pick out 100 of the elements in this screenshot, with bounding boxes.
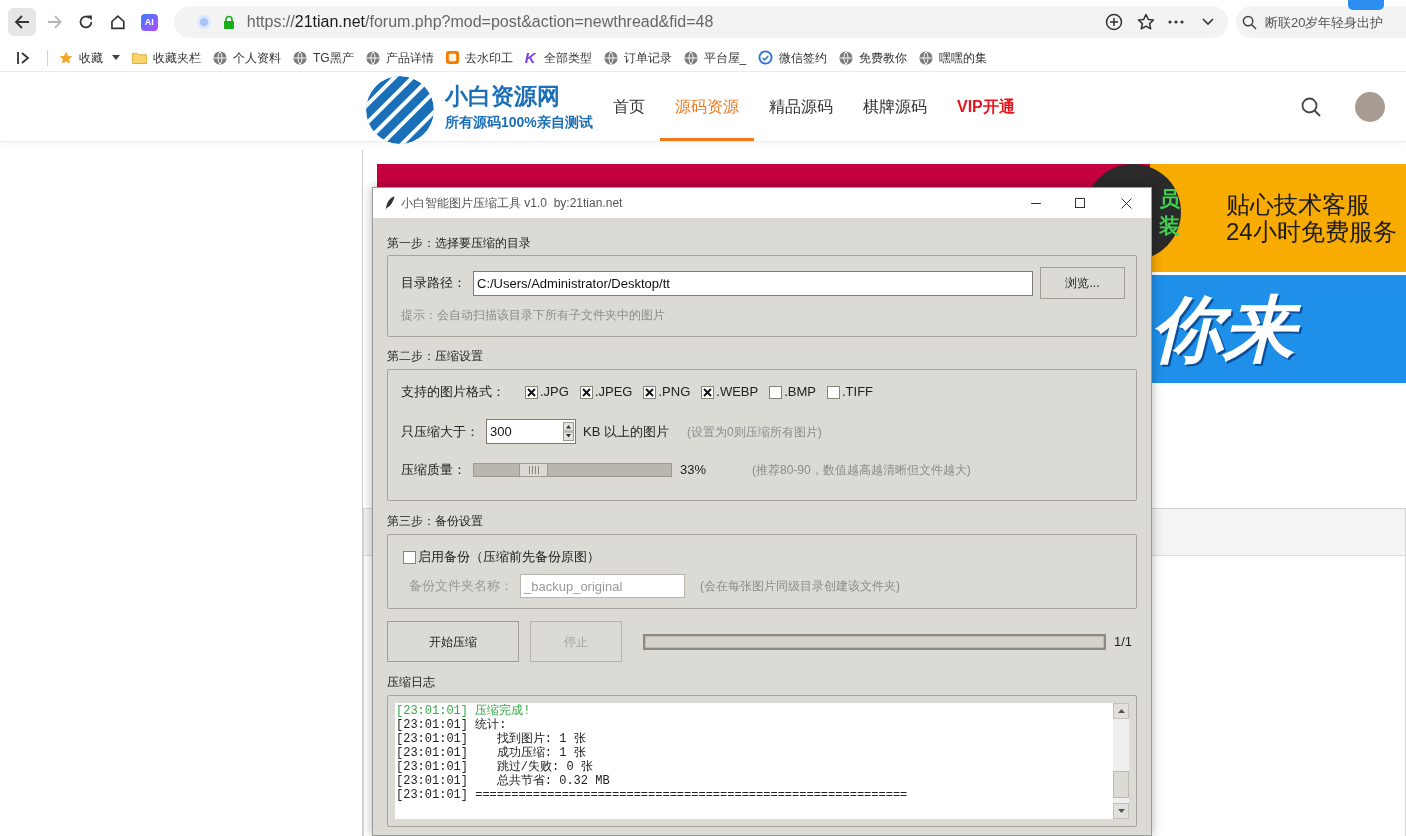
checkbox-label[interactable]: .PNG xyxy=(658,384,691,400)
globe-icon xyxy=(919,50,934,65)
number-spinbox[interactable]: 300 xyxy=(486,419,576,444)
banner-text: 24小时免费服务 xyxy=(1226,218,1398,245)
bookmark[interactable]: 收藏 xyxy=(59,48,103,67)
banner-text: 贴心技术客服 xyxy=(1226,191,1371,218)
scrollbar[interactable] xyxy=(1113,703,1129,819)
start-button[interactable]: 开始压缩 xyxy=(387,621,519,662)
bookmark[interactable]: 产品详情 xyxy=(365,48,434,67)
slider-track[interactable] xyxy=(473,463,672,477)
minimize-icon[interactable] xyxy=(1031,202,1041,204)
reload-icon[interactable] xyxy=(78,14,95,30)
nav-link[interactable]: VIP开通 xyxy=(942,72,1030,141)
star-icon[interactable] xyxy=(1136,13,1155,31)
checkbox-label[interactable]: .WEBP xyxy=(716,384,759,400)
avatar[interactable] xyxy=(1354,91,1385,122)
maximize-icon[interactable] xyxy=(1075,198,1085,208)
log-line: [23:01:01] 成功压缩: 1 张 xyxy=(396,746,587,760)
sidebar-toggle-icon[interactable] xyxy=(16,49,32,66)
progress-reading: 1/1 xyxy=(1114,632,1133,651)
scrollbar-thumb[interactable] xyxy=(1113,771,1129,798)
more-icon[interactable] xyxy=(1167,20,1184,24)
checkbox-label[interactable]: 启用备份（压缩前先备份原图） xyxy=(418,549,600,565)
browse-button[interactable]: 浏览... xyxy=(1040,267,1125,299)
bookmark[interactable]: 嘿嘿的集 xyxy=(919,48,988,67)
field-label: 只压缩大于： xyxy=(401,422,480,441)
chevron-down-icon[interactable] xyxy=(1201,18,1214,26)
hint-text: (设置为0则压缩所有图片) xyxy=(686,423,822,441)
globe-icon xyxy=(603,50,618,65)
feather-icon xyxy=(385,196,395,210)
checkbox[interactable] xyxy=(403,550,416,564)
checkbox[interactable] xyxy=(827,385,840,399)
bookmark[interactable]: 个人资料 xyxy=(213,48,281,67)
field-label: 压缩质量： xyxy=(401,461,467,480)
checkbox-label[interactable]: .TIFF xyxy=(842,384,874,400)
window-title: 小白智能图片压缩工具 v1.0 by:21tian.net xyxy=(401,195,623,212)
log-line: [23:01:01] ============================================================ xyxy=(396,788,909,802)
scroll-up-button[interactable] xyxy=(1113,703,1129,719)
ring-icon xyxy=(758,50,774,65)
badge-text: 员 xyxy=(1159,186,1180,212)
letter-icon: K xyxy=(524,50,538,65)
log-line: [23:01:01] 统计: xyxy=(396,718,508,732)
checkbox[interactable] xyxy=(701,385,715,399)
caret-down-icon[interactable] xyxy=(112,55,120,60)
slider-thumb[interactable] xyxy=(519,463,548,477)
checkbox[interactable] xyxy=(579,385,593,399)
checkbox-label[interactable]: .JPG xyxy=(540,384,569,400)
checkbox[interactable] xyxy=(769,385,783,399)
plus-circle-icon[interactable] xyxy=(1104,13,1123,31)
section-heading: 压缩日志 xyxy=(387,675,436,689)
field-label: 目录路径： xyxy=(401,274,467,293)
badge-text: 装 xyxy=(1159,213,1180,239)
nav-link[interactable]: 棋牌源码 xyxy=(848,72,942,141)
search-icon[interactable] xyxy=(1300,96,1321,117)
spin-arrows-icon[interactable] xyxy=(563,422,574,441)
log-line: [23:01:01] 压缩完成! xyxy=(396,704,532,718)
logo-title: 小白资源网 xyxy=(445,82,561,110)
checkbox-label[interactable]: .BMP xyxy=(784,384,816,400)
bookmark[interactable]: TG黑产 xyxy=(293,48,354,67)
bookmark[interactable]: 免费教你 xyxy=(839,48,908,67)
scroll-down-button[interactable] xyxy=(1113,803,1129,819)
globe-icon xyxy=(683,50,698,65)
bookmark[interactable]: 微信签约 xyxy=(758,48,828,67)
section-heading: 第二步：压缩设置 xyxy=(387,349,484,363)
checkbox-label[interactable]: .JPEG xyxy=(594,384,633,400)
checkbox[interactable] xyxy=(525,385,538,399)
unit-text: KB 以上的图片 xyxy=(583,422,669,441)
banner-slogan: 你来 xyxy=(1149,282,1315,376)
hint-text: (会在每张图片同级目录创建该文件夹) xyxy=(700,578,900,595)
badge-icon[interactable] xyxy=(1348,0,1384,10)
bookmark[interactable]: 去水印工 xyxy=(445,48,513,67)
back-button[interactable] xyxy=(8,8,36,36)
logo-icon xyxy=(366,75,434,144)
nav-link[interactable]: 首页 xyxy=(598,72,660,141)
nav-link[interactable]: 精品源码 xyxy=(754,72,848,141)
field-label: 支持的图片格式： xyxy=(401,383,506,402)
search-icon xyxy=(1241,15,1257,30)
back-arrow-icon xyxy=(13,14,30,30)
section-heading: 第三步：备份设置 xyxy=(387,514,484,528)
checkbox[interactable] xyxy=(643,385,657,399)
bookmark[interactable]: 订单记录 xyxy=(603,48,672,67)
up-triangle-icon xyxy=(1117,709,1125,713)
globe-icon xyxy=(293,50,307,65)
address-bar[interactable]: https://21tian.net/forum.php?mod=post&action=newthread&fid=48 xyxy=(173,6,1228,38)
bookmark[interactable]: 收藏夹栏 xyxy=(132,48,201,67)
hint-text: (推荐80-90，数值越高越清晰但文件越大) xyxy=(752,462,971,479)
logo-tagline: 所有源码100%亲自测试 xyxy=(445,113,593,131)
hint-text: 提示：会自动扫描该目录下所有子文件夹中的图片 xyxy=(401,308,665,322)
path-field[interactable]: C:/Users/Administrator/Desktop/tt xyxy=(473,270,1033,296)
globe-icon xyxy=(365,50,380,65)
tile-icon xyxy=(445,51,459,64)
globe-icon xyxy=(213,50,227,65)
section-heading: 第一步：选择要压缩的目录 xyxy=(387,236,532,250)
search-field[interactable]: 断联20岁年轻身出护 xyxy=(1235,6,1406,38)
bookmark[interactable]: K 全部类型 xyxy=(524,48,592,67)
url-text: https://21tian.net/forum.php?mod=post&action=newthread&fid=48 xyxy=(246,12,714,32)
ai-button[interactable]: AI xyxy=(140,13,158,31)
close-icon[interactable] xyxy=(1121,197,1132,209)
home-icon[interactable] xyxy=(110,14,126,30)
bookmark[interactable]: 平台屋_ xyxy=(683,48,747,67)
